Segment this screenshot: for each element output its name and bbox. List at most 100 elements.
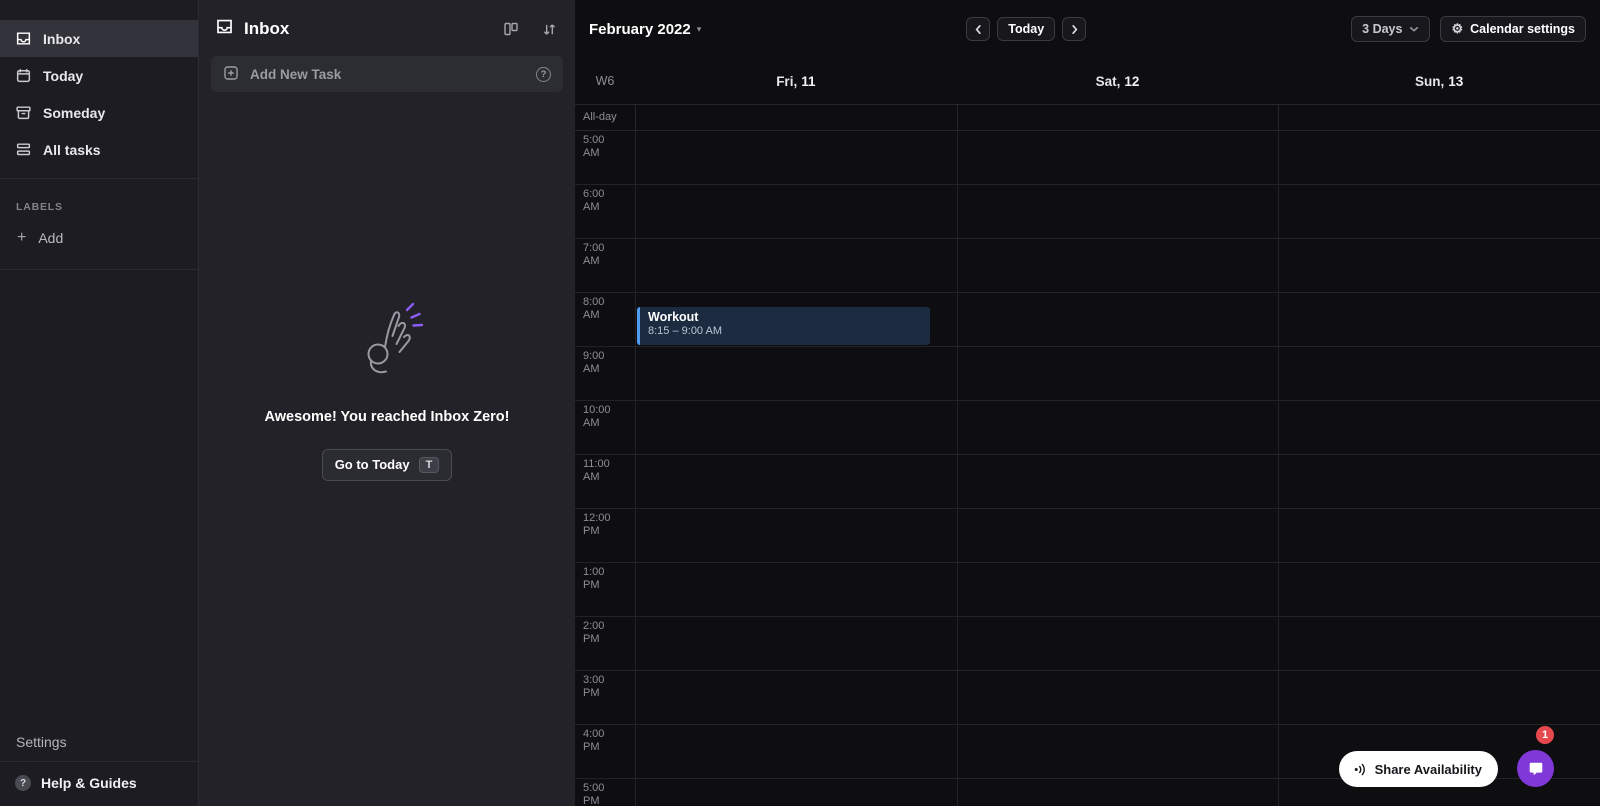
ok-hand-illustration bbox=[345, 298, 429, 387]
view-selector-dropdown[interactable]: 3 Days bbox=[1351, 16, 1431, 42]
inbox-title-wrap: Inbox bbox=[215, 17, 289, 41]
calendar-settings-label: Calendar settings bbox=[1470, 22, 1576, 36]
day-number: 13 bbox=[1448, 73, 1464, 89]
calendar-slot[interactable] bbox=[956, 401, 1279, 454]
chevron-down-icon bbox=[1410, 27, 1419, 32]
calendar-nav: Today bbox=[966, 17, 1087, 41]
calendar-slot[interactable] bbox=[956, 563, 1279, 616]
settings-label: Settings bbox=[16, 734, 67, 750]
hour-row: 7:00 AM bbox=[575, 239, 1600, 293]
calendar-slot[interactable] bbox=[956, 725, 1279, 778]
stacked-list-icon bbox=[15, 141, 32, 158]
add-new-task-input[interactable]: Add New Task ? bbox=[211, 56, 563, 92]
day-header-sat[interactable]: Sat, 12 bbox=[957, 74, 1279, 89]
calendar-slot[interactable] bbox=[1278, 401, 1600, 454]
hour-row: 9:00 AM bbox=[575, 347, 1600, 401]
calendar-slot[interactable] bbox=[635, 185, 957, 238]
calendar-slot[interactable] bbox=[956, 779, 1279, 806]
add-task-plus-icon bbox=[223, 65, 239, 84]
add-label-button[interactable]: + Add bbox=[0, 217, 198, 259]
all-day-row: All-day bbox=[575, 104, 1600, 131]
app-root: Inbox Today Someday All tasks LABELS + A… bbox=[0, 0, 1600, 806]
all-day-cell[interactable] bbox=[635, 105, 957, 130]
all-day-cell[interactable] bbox=[956, 105, 1279, 130]
calendar-slot[interactable] bbox=[635, 671, 957, 724]
calendar-slot[interactable] bbox=[635, 509, 957, 562]
day-header-sun[interactable]: Sun, 13 bbox=[1278, 74, 1600, 89]
go-to-today-button[interactable]: Go to Today T bbox=[321, 448, 453, 481]
calendar-slot[interactable] bbox=[956, 347, 1279, 400]
day-header-fri[interactable]: Fri, 11 bbox=[635, 74, 957, 89]
broadcast-icon bbox=[1354, 763, 1365, 775]
all-day-cell[interactable] bbox=[1278, 105, 1600, 130]
hour-row: 6:00 AM bbox=[575, 185, 1600, 239]
prev-button[interactable] bbox=[966, 17, 991, 41]
calendar-slot[interactable] bbox=[635, 779, 957, 806]
share-availability-label: Share Availability bbox=[1374, 761, 1482, 777]
calendar-slot[interactable] bbox=[635, 347, 957, 400]
settings-button[interactable]: Settings bbox=[0, 723, 198, 761]
calendar-slot[interactable] bbox=[1278, 293, 1600, 346]
month-label: February 2022 bbox=[589, 20, 691, 38]
calendar-slot[interactable] bbox=[956, 293, 1279, 346]
calendar-slot[interactable] bbox=[1278, 563, 1600, 616]
help-guides-button[interactable]: ? Help & Guides bbox=[0, 761, 198, 806]
time-label: 5:00 AM bbox=[583, 134, 605, 159]
hour-row: 10:00 AM bbox=[575, 401, 1600, 455]
calendar-slot[interactable] bbox=[956, 671, 1279, 724]
time-label: 3:00 PM bbox=[583, 674, 605, 699]
calendar-slot[interactable] bbox=[956, 617, 1279, 670]
calendar-slot[interactable] bbox=[1278, 239, 1600, 292]
time-label: 6:00 AM bbox=[583, 188, 605, 213]
hour-row: 2:00 PM bbox=[575, 617, 1600, 671]
panel-actions bbox=[501, 19, 559, 39]
day-name: Sat, bbox=[1095, 73, 1121, 89]
inbox-zero-empty-state: Awesome! You reached Inbox Zero! Go to T… bbox=[199, 92, 575, 686]
calendar-slot[interactable] bbox=[1278, 347, 1600, 400]
sidebar: Inbox Today Someday All tasks LABELS + A… bbox=[0, 0, 199, 806]
calendar-slot[interactable] bbox=[956, 239, 1279, 292]
chat-notification-badge: 1 bbox=[1536, 726, 1554, 744]
sidebar-item-inbox[interactable]: Inbox bbox=[0, 20, 198, 57]
calendar-slot[interactable] bbox=[635, 725, 957, 778]
calendar-slot[interactable] bbox=[635, 401, 957, 454]
chat-launcher-button[interactable] bbox=[1517, 750, 1554, 787]
next-button[interactable] bbox=[1062, 17, 1087, 41]
month-selector[interactable]: February 2022 ▾ bbox=[589, 21, 701, 38]
calendar-slot[interactable] bbox=[1278, 185, 1600, 238]
calendar-event-workout[interactable]: Workout 8:15 – 9:00 AM bbox=[637, 307, 930, 345]
time-label: 9:00 AM bbox=[583, 350, 605, 375]
calendar-slot[interactable] bbox=[635, 131, 957, 184]
inbox-icon bbox=[215, 17, 234, 41]
shortcut-key-badge: T bbox=[418, 456, 440, 473]
sidebar-divider bbox=[0, 269, 198, 270]
sort-icon[interactable] bbox=[539, 19, 559, 39]
sidebar-item-someday[interactable]: Someday bbox=[0, 94, 198, 131]
calendar-slot[interactable] bbox=[956, 131, 1279, 184]
calendar-slot[interactable] bbox=[956, 185, 1279, 238]
all-day-label: All-day bbox=[583, 111, 617, 123]
calendar-slot[interactable] bbox=[956, 509, 1279, 562]
calendar-slot[interactable] bbox=[1278, 671, 1600, 724]
calendar-slot[interactable] bbox=[956, 455, 1279, 508]
sidebar-item-all-tasks[interactable]: All tasks bbox=[0, 131, 198, 168]
today-button[interactable]: Today bbox=[997, 17, 1056, 41]
calendar-slot[interactable] bbox=[635, 563, 957, 616]
calendar-slot[interactable] bbox=[1278, 509, 1600, 562]
board-view-icon[interactable] bbox=[501, 19, 521, 39]
inbox-icon bbox=[15, 30, 32, 47]
hour-row: 12:00 PM bbox=[575, 509, 1600, 563]
calendar-slot[interactable] bbox=[1278, 455, 1600, 508]
calendar-slot[interactable] bbox=[1278, 131, 1600, 184]
calendar-slot[interactable] bbox=[635, 617, 957, 670]
calendar-slot[interactable] bbox=[635, 239, 957, 292]
time-label: 8:00 AM bbox=[583, 296, 605, 321]
go-to-today-label: Go to Today bbox=[334, 457, 410, 472]
share-availability-button[interactable]: Share Availability bbox=[1338, 751, 1498, 787]
calendar-slot[interactable] bbox=[635, 455, 957, 508]
calendar-settings-button[interactable]: ⚙ Calendar settings bbox=[1440, 16, 1587, 42]
help-icon[interactable]: ? bbox=[536, 66, 551, 82]
week-number: W6 bbox=[595, 74, 615, 88]
sidebar-item-today[interactable]: Today bbox=[0, 57, 198, 94]
calendar-slot[interactable] bbox=[1278, 617, 1600, 670]
